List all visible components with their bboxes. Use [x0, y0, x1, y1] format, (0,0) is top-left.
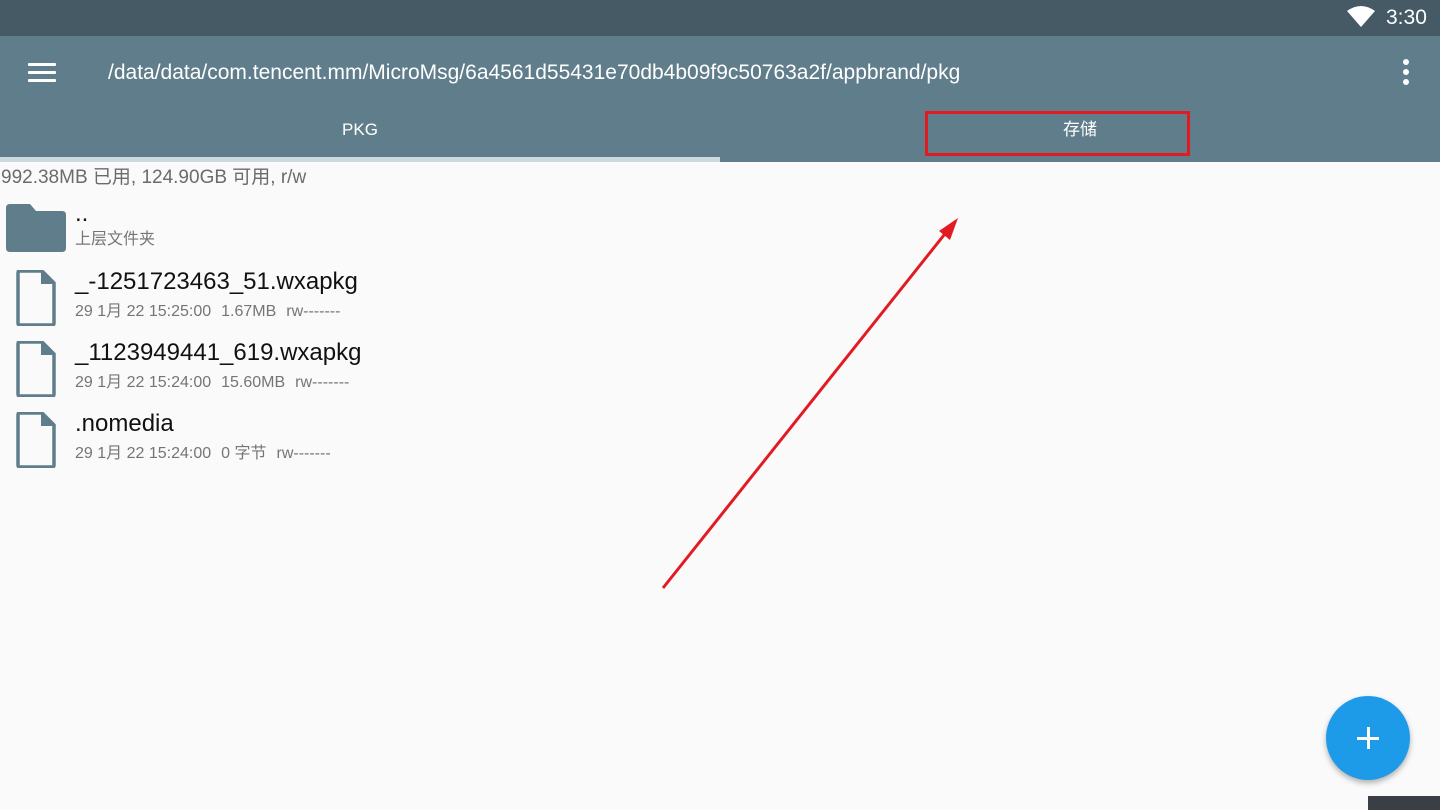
add-fab-button[interactable]: [1326, 696, 1410, 780]
file-size: 0 字节: [221, 445, 267, 462]
list-item-file[interactable]: _-1251723463_51.wxapkg 29 1月 22 15:25:00…: [0, 266, 1440, 336]
file-meta: 29 1月 22 15:24:00 0 字节 rw-------: [75, 444, 341, 464]
file-perms: rw-------: [276, 445, 331, 462]
menu-icon[interactable]: [24, 60, 60, 86]
list-item-file[interactable]: .nomedia 29 1月 22 15:24:00 0 字节 rw-------: [0, 408, 1440, 478]
more-vert-icon[interactable]: [1394, 56, 1418, 88]
file-date: 29 1月 22 15:25:00: [75, 303, 212, 320]
file-perms: rw-------: [295, 374, 350, 391]
file-date: 29 1月 22 15:24:00: [75, 445, 212, 462]
storage-info: 992.38MB 已用, 124.90GB 可用, r/w: [1, 167, 307, 188]
path-title: /data/data/com.tencent.mm/MicroMsg/6a456…: [108, 61, 961, 84]
file-icon: [16, 412, 56, 468]
tab-pkg-label: PKG: [342, 120, 378, 139]
folder-icon: [6, 204, 66, 252]
annotation-highlight-box: [925, 111, 1190, 156]
list-item-parent-folder[interactable]: .. 上层文件夹: [0, 200, 1440, 270]
file-name: ..: [75, 200, 89, 227]
file-date: 29 1月 22 15:24:00: [75, 374, 212, 391]
file-icon: [16, 270, 56, 326]
status-bar: 3:30: [0, 0, 1440, 36]
file-name: .nomedia: [75, 410, 174, 437]
file-meta: 29 1月 22 15:25:00 1.67MB rw-------: [75, 302, 350, 322]
file-size: 1.67MB: [221, 303, 277, 320]
status-time: 3:30: [1386, 6, 1427, 29]
file-perms: rw-------: [286, 303, 341, 320]
tab-indicator: [0, 157, 720, 162]
corner-overlay: [1368, 796, 1440, 810]
file-meta: 29 1月 22 15:24:00 15.60MB rw-------: [75, 373, 359, 393]
tab-pkg[interactable]: PKG: [0, 106, 720, 162]
app-toolbar: /data/data/com.tencent.mm/MicroMsg/6a456…: [0, 36, 1440, 162]
file-size: 15.60MB: [221, 374, 286, 391]
file-subtitle: 上层文件夹: [75, 231, 156, 248]
file-icon: [16, 341, 56, 397]
file-name: _-1251723463_51.wxapkg: [75, 268, 358, 295]
wifi-icon: [1347, 6, 1375, 27]
list-item-file[interactable]: _1123949441_619.wxapkg 29 1月 22 15:24:00…: [0, 337, 1440, 407]
file-name: _1123949441_619.wxapkg: [75, 339, 362, 366]
